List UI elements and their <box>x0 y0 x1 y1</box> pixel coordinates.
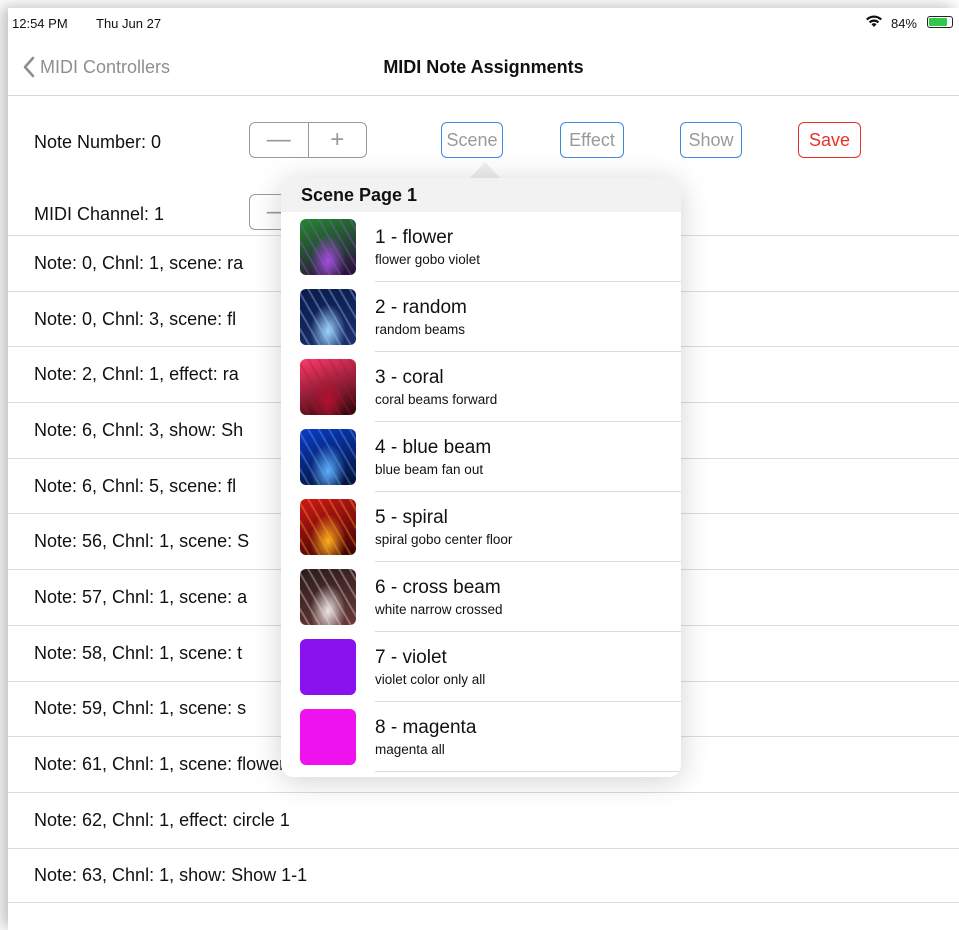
popover-header: Scene Page 1 <box>281 178 681 212</box>
scene-picker-popover: Scene Page 1 1 - flower flower gobo viol… <box>281 178 681 777</box>
scene-name: 7 - violet <box>375 647 447 668</box>
page-title: MIDI Note Assignments <box>383 57 584 77</box>
scene-item-cross-beam[interactable]: 6 - cross beam white narrow crossed <box>281 562 681 632</box>
scene-name: 6 - cross beam <box>375 577 501 598</box>
scene-name: 2 - random <box>375 297 467 318</box>
battery-icon <box>927 16 953 28</box>
scene-name: 8 - magenta <box>375 717 477 738</box>
status-bar: 12:54 PM Thu Jun 27 84% <box>8 8 959 34</box>
scene-button[interactable]: Scene <box>441 122 503 158</box>
note-number-stepper: — + <box>249 122 367 158</box>
list-item[interactable]: Note: 62, Chnl: 1, effect: circle 1 <box>8 791 959 848</box>
scene-description: blue beam fan out <box>375 462 484 477</box>
flower-thumb <box>300 219 356 275</box>
spiral-thumb <box>300 499 356 555</box>
cross-beam-thumb <box>300 569 356 625</box>
scene-description: random beams <box>375 322 466 337</box>
scene-item-blue-beam[interactable]: 4 - blue beam blue beam fan out <box>281 422 681 492</box>
list-item[interactable]: Note: 63, Chnl: 1, show: Show 1-1 <box>8 847 959 904</box>
random-thumb <box>300 289 356 345</box>
popover-arrow <box>469 162 501 179</box>
status-time: 12:54 PM <box>12 16 68 31</box>
scene-name: 5 - spiral <box>375 507 448 528</box>
save-button[interactable]: Save <box>798 122 861 158</box>
scene-name: 3 - coral <box>375 367 444 388</box>
scene-description: violet color only all <box>375 672 486 687</box>
status-date: Thu Jun 27 <box>96 16 162 31</box>
midi-channel-label: MIDI Channel: 1 <box>34 204 165 224</box>
scene-name: 4 - blue beam <box>375 437 492 458</box>
scene-item-flower[interactable]: 1 - flower flower gobo violet <box>281 212 681 282</box>
violet-thumb <box>300 639 356 695</box>
blue-beam-thumb <box>300 429 356 485</box>
magenta-thumb <box>300 709 356 765</box>
scene-item-violet[interactable]: 7 - violet violet color only all <box>281 632 681 702</box>
effect-button[interactable]: Effect <box>560 122 624 158</box>
scene-description: coral beams forward <box>375 392 498 407</box>
battery-percent: 84% <box>890 16 917 31</box>
navigation-bar: MIDI Controllers MIDI Note Assignments <box>8 42 959 96</box>
scene-item-coral[interactable]: 3 - coral coral beams forward <box>281 352 681 422</box>
scene-description: white narrow crossed <box>375 602 503 617</box>
note-number-label: Note Number: 0 <box>34 132 162 152</box>
ipad-screen: 12:54 PM Thu Jun 27 84% MIDI Controllers… <box>8 8 959 930</box>
scene-description: magenta all <box>375 742 445 757</box>
scene-item-magenta[interactable]: 8 - magenta magenta all <box>281 702 681 772</box>
note-increment-button[interactable]: + <box>307 123 367 157</box>
scene-item-random[interactable]: 2 - random random beams <box>281 282 681 352</box>
scene-name: 1 - flower <box>375 227 454 248</box>
scene-description: flower gobo violet <box>375 252 481 267</box>
scene-description: spiral gobo center floor <box>375 532 513 547</box>
show-button[interactable]: Show <box>680 122 742 158</box>
note-decrement-button[interactable]: — <box>250 123 308 157</box>
scene-item-spiral[interactable]: 5 - spiral spiral gobo center floor <box>281 492 681 562</box>
coral-thumb <box>300 359 356 415</box>
wifi-icon <box>866 15 882 27</box>
